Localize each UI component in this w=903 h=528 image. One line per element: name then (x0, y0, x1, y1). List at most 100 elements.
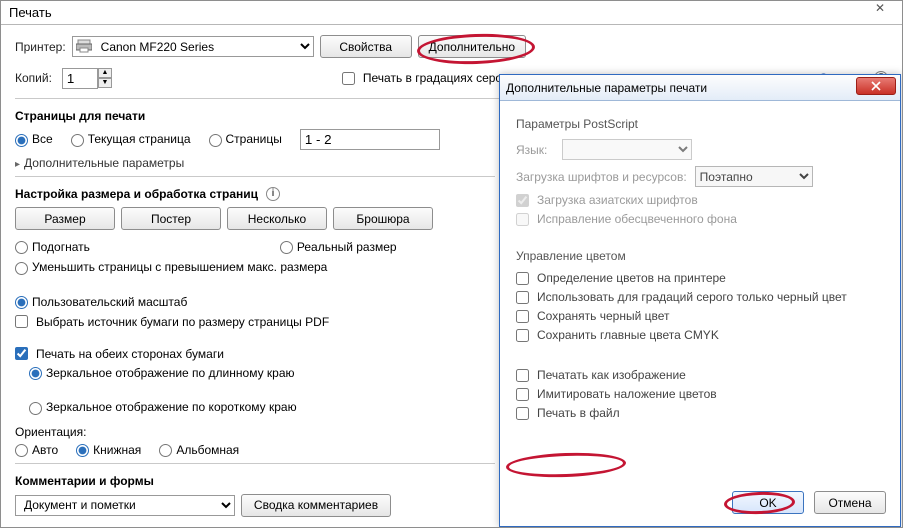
print-dialog: Печать ✕ Справка ? Принтер: Canon MF220 … (0, 0, 903, 528)
copies-up-icon[interactable]: ▲ (98, 68, 112, 78)
paper-source-line[interactable]: Выбрать источник бумаги по размеру стран… (15, 315, 495, 329)
orient-landscape-radio[interactable] (159, 444, 172, 457)
misc-c1-checkbox[interactable] (516, 369, 529, 382)
dlg2-title: Дополнительные параметры печати (506, 81, 707, 95)
window-title: Печать (9, 5, 52, 20)
misc-c3[interactable]: Печать в файл (516, 406, 884, 420)
misc-c1[interactable]: Печатать как изображение (516, 368, 884, 382)
pages-range-radio[interactable] (209, 134, 222, 147)
copies-down-icon[interactable]: ▼ (98, 78, 112, 88)
advanced-button[interactable]: Дополнительно (418, 35, 526, 58)
pages-more-params[interactable]: Дополнительные параметры (15, 156, 495, 170)
pages-current[interactable]: Текущая страница (71, 132, 191, 146)
size-btn[interactable]: Размер (15, 207, 115, 230)
printer-select-wrap: Canon MF220 Series (72, 36, 314, 57)
cancel-button[interactable]: Отмена (814, 491, 886, 514)
color-c1[interactable]: Определение цветов на принтере (516, 271, 884, 285)
ps-group-title: Параметры PostScript (516, 117, 884, 131)
color-c2-checkbox[interactable] (516, 291, 529, 304)
dlg2-close-button[interactable] (856, 77, 896, 95)
orientation-title: Ориентация: (15, 425, 495, 439)
window-close-icon[interactable]: ✕ (866, 1, 894, 19)
summary-button[interactable]: Сводка комментариев (241, 494, 391, 517)
shrink-row: Уменьшить страницы с превышением макс. р… (15, 260, 495, 309)
orient-portrait-radio[interactable] (76, 444, 89, 457)
ps-bgfix-line: Исправление обесцвеченного фона (516, 212, 884, 226)
misc-c2[interactable]: Имитировать наложение цветов (516, 387, 884, 401)
pages-all-radio[interactable] (15, 134, 28, 147)
duplex-sub: Зеркальное отображение по длинному краю … (29, 366, 495, 415)
dup-short[interactable]: Зеркальное отображение по короткому краю (29, 400, 297, 414)
printer-select[interactable]: Canon MF220 Series (72, 36, 314, 57)
opt-actual[interactable]: Реальный размер (280, 240, 397, 254)
opt-shrink-radio[interactable] (15, 262, 28, 275)
properties-button[interactable]: Свойства (320, 35, 412, 58)
color-c4-checkbox[interactable] (516, 329, 529, 342)
size-buttons: Размер Постер Несколько Брошюра (15, 207, 495, 230)
multi-btn[interactable]: Несколько (227, 207, 327, 230)
ok-button[interactable]: OK (732, 491, 804, 514)
info-icon[interactable]: i (266, 187, 280, 201)
orient-auto-radio[interactable] (15, 444, 28, 457)
copies-spinner: ▲ ▼ (62, 68, 112, 89)
fit-row: Подогнать Реальный размер (15, 240, 495, 254)
dup-short-radio[interactable] (29, 402, 42, 415)
paper-source-checkbox[interactable] (15, 315, 28, 328)
pages-current-radio[interactable] (71, 134, 84, 147)
titlebar: Печать ✕ (1, 1, 902, 25)
booklet-btn[interactable]: Брошюра (333, 207, 433, 230)
copies-input[interactable] (62, 68, 98, 89)
comments-row: Документ и пометки Сводка комментариев (15, 494, 495, 517)
dlg2-body: Параметры PostScript Язык: Загрузка шриф… (500, 101, 900, 437)
dlg2-buttons: OK Отмена (732, 491, 886, 514)
opt-custom[interactable]: Пользовательский масштаб (15, 295, 187, 309)
dlg2-titlebar: Дополнительные параметры печати (500, 75, 900, 101)
ps-fonts-label: Загрузка шрифтов и ресурсов: (516, 170, 687, 184)
printer-row: Принтер: Canon MF220 Series Свойства Доп… (15, 35, 888, 58)
ps-asian-line: Загрузка азиатских шрифтов (516, 193, 884, 207)
opt-fit[interactable]: Подогнать (15, 240, 90, 254)
color-c4[interactable]: Сохранить главные цвета CMYK (516, 328, 884, 342)
orientation-row: Авто Книжная Альбомная (15, 443, 495, 457)
copies-label: Копий: (15, 71, 52, 85)
color-group-title: Управление цветом (516, 249, 884, 263)
color-c3[interactable]: Сохранять черный цвет (516, 309, 884, 323)
orient-portrait[interactable]: Книжная (76, 443, 141, 457)
ps-lang-label: Язык: (516, 143, 554, 157)
misc-c3-checkbox[interactable] (516, 407, 529, 420)
opt-fit-radio[interactable] (15, 241, 28, 254)
grayscale-checkbox[interactable] (342, 72, 355, 85)
size-section-title: Настройка размера и обработка страниц i (15, 187, 495, 201)
color-c2[interactable]: Использовать для градаций серого только … (516, 290, 884, 304)
pages-section-title: Страницы для печати (15, 109, 495, 123)
ps-asian-checkbox (516, 194, 529, 207)
pages-range[interactable]: Страницы (209, 132, 282, 146)
close-icon (871, 81, 881, 91)
ps-fonts-select[interactable]: Поэтапно (695, 166, 813, 187)
duplex-line[interactable]: Печать на обеих сторонах бумаги (15, 347, 495, 361)
poster-btn[interactable]: Постер (121, 207, 221, 230)
printer-icon (76, 39, 92, 53)
opt-actual-radio[interactable] (280, 241, 293, 254)
duplex-checkbox[interactable] (15, 347, 28, 360)
dup-long-radio[interactable] (29, 367, 42, 380)
pages-range-input[interactable] (300, 129, 440, 150)
opt-custom-radio[interactable] (15, 296, 28, 309)
orient-landscape[interactable]: Альбомная (159, 443, 239, 457)
misc-c2-checkbox[interactable] (516, 388, 529, 401)
orient-auto[interactable]: Авто (15, 443, 58, 457)
opt-shrink[interactable]: Уменьшить страницы с превышением макс. р… (15, 260, 327, 274)
ps-fonts-line: Загрузка шрифтов и ресурсов: Поэтапно (516, 166, 884, 187)
color-c3-checkbox[interactable] (516, 310, 529, 323)
printer-label: Принтер: (15, 40, 66, 54)
ps-bgfix-checkbox (516, 213, 529, 226)
ps-lang-line: Язык: (516, 139, 884, 160)
ps-lang-select (562, 139, 692, 160)
grayscale-label: Печать в градациях серого (363, 71, 513, 85)
comments-select[interactable]: Документ и пометки (15, 495, 235, 516)
dup-long[interactable]: Зеркальное отображение по длинному краю (29, 366, 295, 380)
pages-all[interactable]: Все (15, 132, 53, 146)
color-c1-checkbox[interactable] (516, 272, 529, 285)
grayscale-checkbox-line: Печать в градациях серого (342, 71, 513, 85)
pages-radio-row: Все Текущая страница Страницы (15, 129, 495, 150)
